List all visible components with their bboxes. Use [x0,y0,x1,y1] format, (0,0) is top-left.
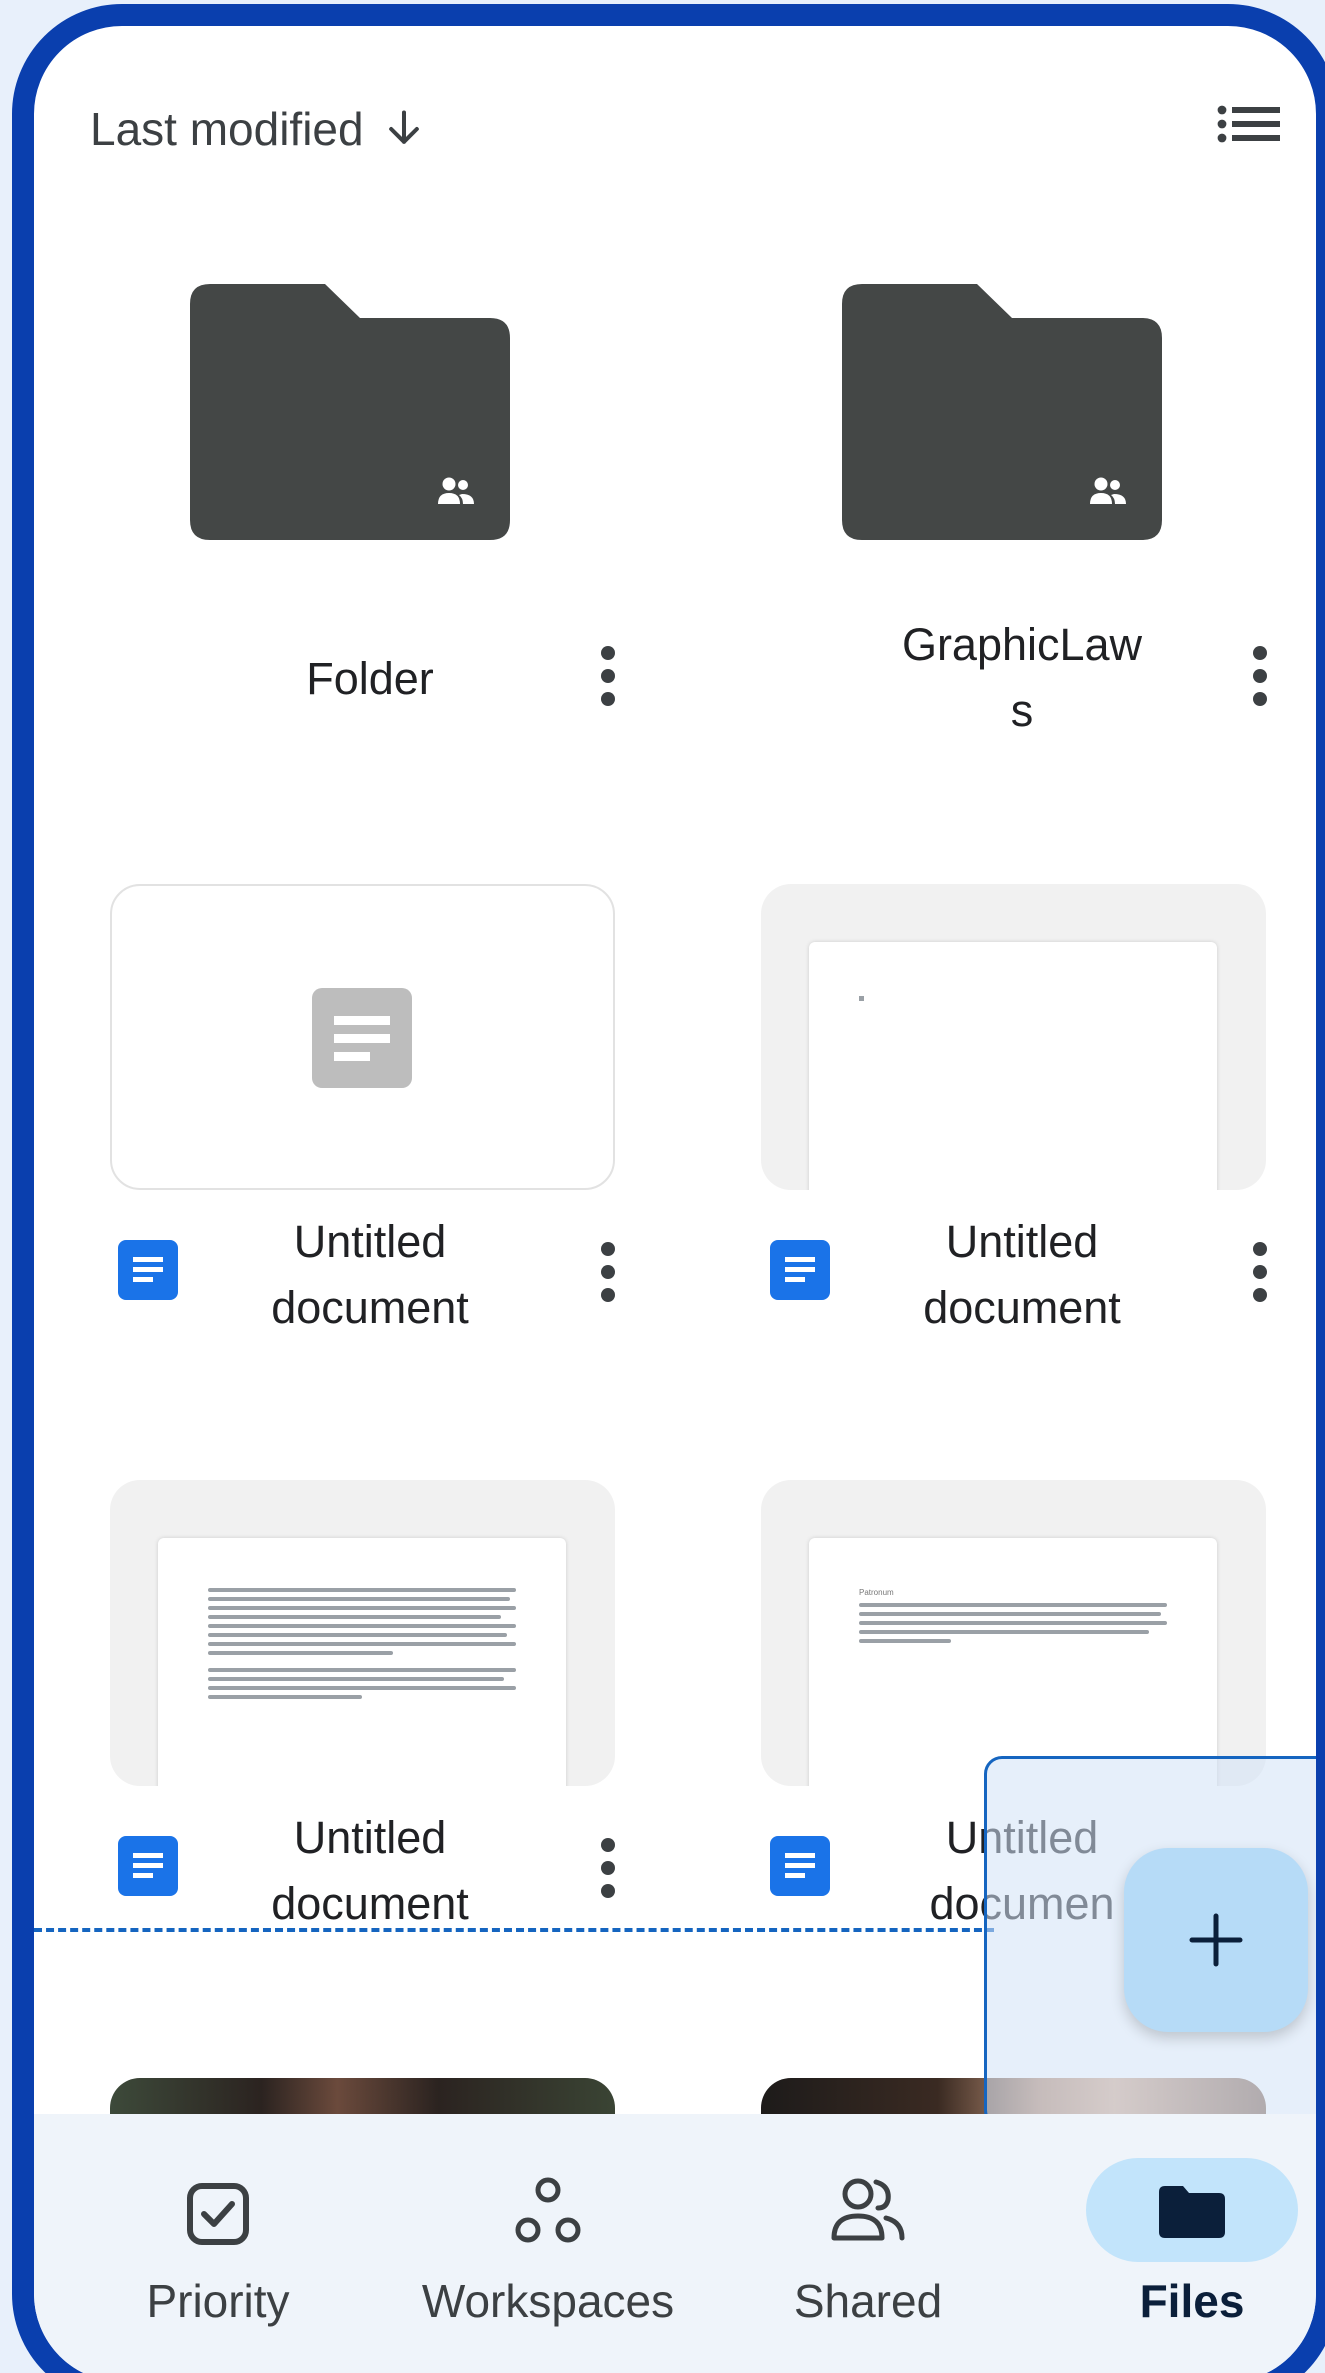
device-frame: Last modified Folder GraphicLaw s Untitl… [12,4,1325,2373]
folder-more-icon[interactable] [598,646,618,706]
doc-title-line: document [923,1282,1121,1333]
bottom-navigation: Priority Workspaces Shared Files [34,2114,1316,2373]
doc-page-preview: Patronum [809,1538,1217,1786]
nav-item-workspaces[interactable]: Workspaces [418,2114,678,2328]
new-button[interactable] [1124,1848,1308,2032]
nav-label: Files [1139,2275,1245,2327]
doc-thumbnail[interactable]: Patronum [761,1480,1266,1786]
doc-thumbnail[interactable] [761,884,1266,1190]
plus-icon [1189,1913,1243,1967]
list-view-icon[interactable] [1216,104,1280,156]
nav-item-shared[interactable]: Shared [738,2114,998,2328]
doc-more-icon[interactable] [598,1242,618,1302]
doc-title-line: Untitled [293,1812,447,1863]
folder-title-line: s [1010,685,1034,736]
doc-page-preview [809,942,1217,1190]
google-docs-icon [118,1240,178,1300]
priority-check-icon [187,2183,249,2245]
sort-label: Last modified [90,103,364,155]
shared-folder-icon[interactable] [190,284,510,540]
doc-title-line: document [271,1282,469,1333]
shared-folder-icon[interactable] [842,284,1162,540]
doc-title-line: Untitled [945,1216,1099,1267]
folder-icon [1159,2186,1225,2238]
files-screen: Last modified Folder GraphicLaw s Untitl… [34,26,1316,2373]
shared-people-icon [831,2178,905,2241]
folder-title[interactable]: GraphicLaw s [862,612,1182,744]
folder-more-icon[interactable] [1250,646,1270,706]
folder-title-line: GraphicLaw [901,619,1143,670]
doc-thumbnail[interactable] [110,1480,615,1786]
doc-more-icon[interactable] [598,1838,618,1898]
doc-placeholder-icon [312,988,412,1088]
workspaces-icon [515,2177,581,2243]
google-docs-icon [770,1240,830,1300]
doc-more-icon[interactable] [1250,1242,1270,1302]
doc-title[interactable]: Untitled document [210,1209,530,1341]
folder-title[interactable]: Folder [210,646,530,712]
sort-button[interactable]: Last modified [90,102,426,156]
google-docs-icon [770,1836,830,1896]
doc-title[interactable]: Untitled document [210,1805,530,1937]
dashed-guide-line [34,1928,994,1932]
nav-item-files[interactable]: Files [1062,2114,1316,2328]
nav-label: Shared [793,2275,943,2327]
doc-title-line: Untitled [293,1216,447,1267]
arrow-down-icon [388,110,419,144]
nav-item-priority[interactable]: Priority [88,2114,348,2328]
doc-page-preview [158,1538,566,1786]
doc-title[interactable]: Untitled document [862,1209,1182,1341]
nav-label: Workspaces [421,2275,675,2327]
nav-label: Priority [146,2275,290,2327]
doc-thumbnail[interactable] [110,884,615,1190]
preview-heading: Patronum [859,1588,894,1597]
google-docs-icon [118,1836,178,1896]
